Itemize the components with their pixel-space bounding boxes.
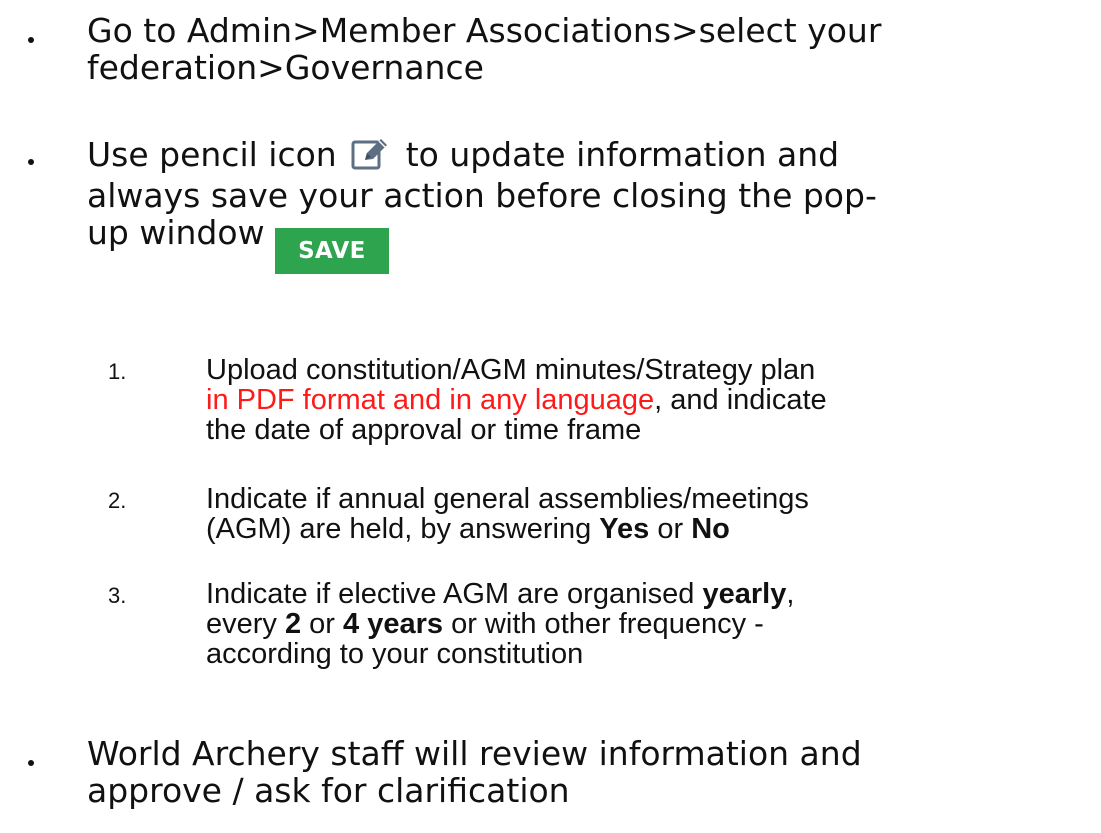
edit-pencil-icon [351,136,389,177]
text-segment: , [786,578,795,610]
bullet-line: always save your action before closing t… [87,176,877,215]
step-text: Indicate if elective AGM are organised y… [206,579,1096,669]
text-segment: Indicate if elective AGM are organised [206,578,703,610]
bullet-text: World Archery staff will review informat… [87,735,1077,809]
text-segment: up window [87,213,265,252]
text-segment: to update information and [405,135,840,174]
step-text: Indicate if annual general assemblies/me… [206,484,1096,544]
step-line: according to your constitution [206,638,584,670]
bold-yearly: yearly [702,578,787,610]
text-segment: (AGM) are held, by answering [206,513,600,545]
text-segment: or with other frequency - [443,608,764,640]
text-segment: Use pencil icon [87,135,337,174]
step-text: Upload constitution/AGM minutes/Strategy… [206,355,1096,445]
bold-four-years: 4 years [343,608,444,640]
step-line: (AGM) are held, by answering Yes or No [206,514,1096,544]
bullet-line: up window SAVE [87,214,1077,274]
step-line: Indicate if annual general assemblies/me… [206,483,809,515]
text-segment: or [649,513,692,545]
bold-two: 2 [284,608,302,640]
text-segment: , and indicate [654,384,827,416]
step-number: 2. [108,488,127,513]
step-line: Upload constitution/AGM minutes/Strategy… [206,354,816,386]
bullet-marker [28,159,34,165]
step-line: Indicate if elective AGM are organised y… [206,579,1096,609]
bullet-line: Use pencil icon to update information an… [87,136,1077,177]
bullet-line: approve / ask for clarification [87,771,570,810]
bullet-text: Go to Admin>Member Associations>select y… [87,12,1077,86]
step-line: the date of approval or time frame [206,414,642,446]
bullet-line: World Archery staff will review informat… [87,734,862,773]
bullet-line: federation>Governance [87,48,484,87]
step-line: in PDF format and in any language, and i… [206,385,1096,415]
text-segment: every [206,608,285,640]
bold-yes: Yes [599,513,650,545]
step-line: every 2 or 4 years or with other frequen… [206,609,1096,639]
bullet-marker [28,760,34,766]
save-button[interactable]: SAVE [275,228,389,274]
bullet-line: Go to Admin>Member Associations>select y… [87,11,882,50]
step-number: 3. [108,583,127,608]
text-segment: or [301,608,344,640]
bullet-text: Use pencil icon to update information an… [87,136,1077,274]
bullet-marker [28,37,34,43]
instruction-slide: Go to Admin>Member Associations>select y… [0,0,1101,833]
bold-no: No [691,513,730,545]
step-number: 1. [108,359,127,384]
highlight-red-text: in PDF format and in any language [206,384,655,416]
